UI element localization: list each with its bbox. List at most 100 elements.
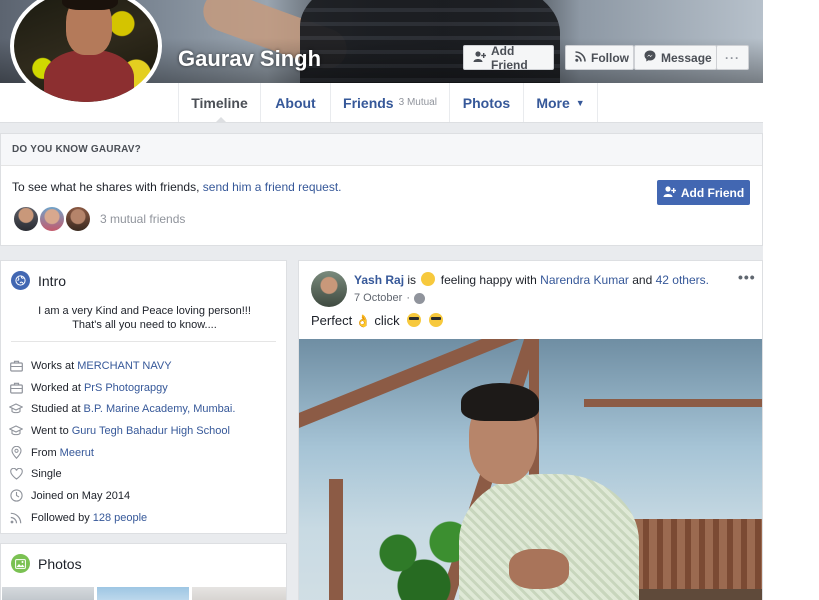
tab-photos-label: Photos [462,94,511,111]
post-options-button[interactable]: ••• [738,269,756,285]
send-friend-request-link[interactable]: send him a friend request. [203,180,342,194]
profile-name[interactable]: Gaurav Singh [178,46,321,72]
location-pin-icon [9,446,23,460]
add-friend-primary-label: Add Friend [680,185,745,200]
photo-shape [584,399,762,407]
graduation-cap-icon [9,402,23,416]
photo-shape [329,479,343,600]
intro-item-text: Studied at [31,403,81,416]
post-header: Yash Raj is feeling happy with Narendra … [354,272,744,287]
message-button[interactable]: Message [634,45,717,70]
mutual-friend-avatar[interactable] [12,205,40,233]
post-text-word: Perfect [311,313,353,328]
post-is-text: is [407,273,417,287]
intro-item-link[interactable]: MERCHANT NAVY [77,360,171,372]
photo-shape [509,549,569,589]
photos-title[interactable]: Photos [38,556,82,572]
sunglasses-emoji-icon [428,313,443,327]
blank-area [763,0,819,600]
post-author-avatar[interactable] [311,271,347,307]
clock-icon [9,489,23,503]
intro-item-text: Went to [31,424,69,437]
tagged-person-link[interactable]: Narendra Kumar [540,273,629,287]
post-date-link[interactable]: 7 October [354,292,402,304]
messenger-icon [644,50,656,65]
tab-friends[interactable]: Friends 3 Mutual [330,83,449,122]
add-friend-primary-button[interactable]: Add Friend [657,180,750,205]
meta-separator: · [406,292,410,304]
follow-label: Follow [591,50,629,65]
heart-icon [9,467,23,481]
intro-item-link[interactable]: PrS Photograpgy [84,382,168,394]
briefcase-icon [9,359,23,373]
add-friend-button[interactable]: Add Friend [463,43,554,72]
tab-timeline[interactable]: Timeline [178,83,260,123]
intro-bio: I am a very Kind and Peace loving person… [11,304,278,332]
add-friend-icon [663,185,677,200]
tab-more[interactable]: More ▼ [523,83,598,122]
divider [11,341,276,342]
graduation-cap-icon [9,424,23,438]
intro-item-text: Followed by [31,511,90,524]
post-and-text: and [632,273,653,287]
intro-item-relationship: Single [9,463,284,485]
intro-item-work: Works at MERCHANT NAVY [9,355,284,377]
photos-title-row: Photos [11,554,82,573]
avatar-hair [62,0,118,10]
tab-photos[interactable]: Photos [449,83,523,122]
intro-item-link[interactable]: Meerut [60,447,94,459]
bio-line: I am a very Kind and Peace loving person… [38,305,251,317]
photos-card: Photos [0,543,287,600]
intro-item-hometown: From Meerut [9,442,284,464]
post-author-link[interactable]: Yash Raj [354,273,404,287]
bio-line: That's all you need to know.... [72,319,217,331]
add-friend-icon [473,50,487,65]
intro-item-text: Single [31,468,62,481]
post-photo[interactable] [299,339,762,600]
photo-thumbnail[interactable] [97,587,189,600]
more-options-button[interactable]: ··· [716,45,749,70]
happy-face-icon [421,272,436,286]
mutual-friend-avatar[interactable] [64,205,92,233]
intro-item-joined: Joined on May 2014 [9,485,284,507]
tab-about-label: About [275,94,316,111]
intro-item-college: Studied at B.P. Marine Academy, Mumbai. [9,398,284,420]
intro-item-link[interactable]: 128 people [93,512,147,524]
follow-button[interactable]: Follow [565,45,634,70]
intro-item-link[interactable]: Guru Tegh Bahadur High School [72,425,230,437]
post-card: Yash Raj is feeling happy with Narendra … [298,260,763,600]
post-feeling-text: feeling happy with [440,273,537,287]
photo-thumbnail[interactable] [2,587,94,600]
add-friend-label: Add Friend [491,43,528,72]
mutual-friends-count[interactable]: 3 mutual friends [100,212,185,226]
globe-icon [11,271,30,290]
public-audience-icon[interactable] [413,292,425,304]
post-text-word: click [374,313,400,328]
intro-item-text: Joined on May 2014 [31,489,131,502]
mutual-friend-avatar[interactable] [38,205,66,233]
message-label: Message [661,50,712,65]
mutual-friends-row: 3 mutual friends [12,205,185,233]
profile-page: Gaurav Singh Add Friend Follow Message ·… [0,0,763,600]
friend-request-prompt: To see what he shares with friends, send… [12,180,342,194]
photo-thumbnail[interactable] [192,587,286,600]
do-you-know-header: DO YOU KNOW GAURAV? [1,134,762,166]
intro-card: Intro I am a very Kind and Peace loving … [0,260,287,534]
intro-title: Intro [38,272,67,289]
tab-about[interactable]: About [260,83,330,122]
intro-item-text: Works at [31,359,75,372]
intro-item-text: Worked at [31,381,81,394]
sunglasses-emoji-icon [407,313,422,327]
intro-item-text: From [31,446,57,459]
briefcase-icon [9,381,23,395]
post-text: Perfect 👌 click [311,313,443,328]
avatar-shirt [44,50,134,102]
intro-item-link[interactable]: B.P. Marine Academy, Mumbai. [84,403,236,415]
photo-shape [629,519,762,589]
tab-friends-label: Friends [343,94,394,111]
rss-icon [9,511,23,525]
ok-hand-icon: 👌 [355,314,371,328]
avatar-photo [14,0,158,102]
rss-icon [575,50,586,65]
tagged-others-link[interactable]: 42 others. [656,273,709,287]
